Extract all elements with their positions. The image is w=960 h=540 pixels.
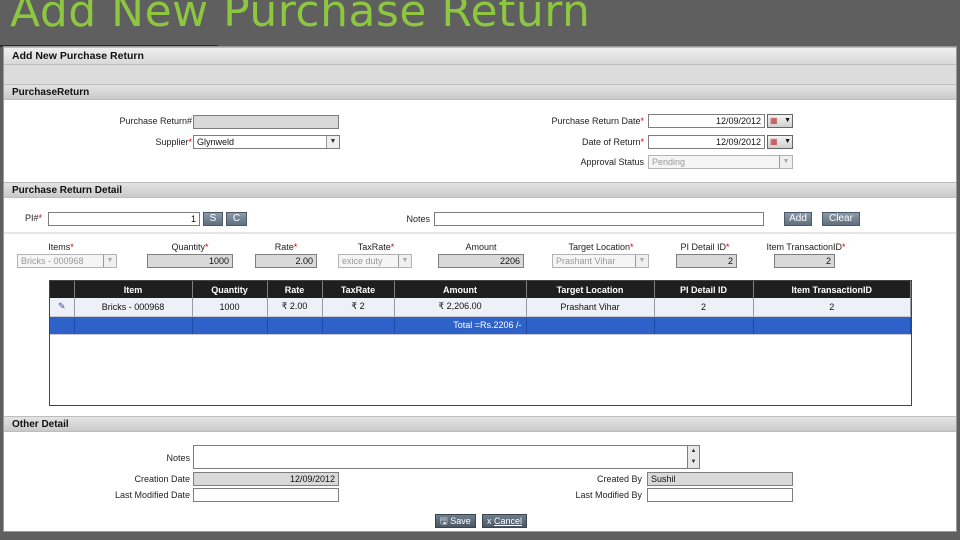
amount-field[interactable]: 2206 [438, 254, 524, 268]
section-other-detail: Other Detail [4, 416, 956, 432]
column-header-item-transaction-id[interactable]: Item TransactionID [753, 281, 911, 298]
target-location-label: Target Location* [568, 242, 634, 252]
column-header-item[interactable]: Item [74, 281, 193, 298]
pi-detail-id-label: PI Detail ID* [680, 242, 730, 252]
last-modified-date-field[interactable] [193, 488, 339, 502]
scroll-up-icon[interactable]: ▲ [691, 448, 697, 454]
cancel-button[interactable]: x Cancel [482, 514, 528, 528]
detail-notes-field[interactable] [434, 212, 764, 226]
item-transaction-id-field[interactable]: 2 [774, 254, 835, 268]
column-header-select [50, 281, 75, 298]
scrollbar[interactable]: ▲ ▼ [687, 445, 700, 469]
row-item: Bricks - 000968 [74, 298, 193, 317]
purchase-return-form: Add New Purchase Return PurchaseReturn P… [3, 46, 957, 532]
clear-button[interactable]: Clear [822, 212, 860, 226]
close-icon: x [487, 516, 492, 526]
item-transaction-id-label: Item TransactionID* [766, 242, 846, 252]
save-icon: 🖫 [440, 516, 448, 526]
edit-icon[interactable]: ✎ [50, 298, 75, 317]
column-header-rate[interactable]: Rate [267, 281, 323, 298]
section-purchase-return-detail: Purchase Return Detail [4, 182, 956, 198]
items-select[interactable]: Bricks - 000968 ▼ [17, 254, 117, 268]
created-by-field[interactable]: Sushil [647, 472, 793, 486]
calendar-icon[interactable]: ▦ ▼ [767, 114, 793, 128]
approval-status-label: Approval Status [580, 157, 644, 167]
creation-date-field[interactable]: 12/09/2012 [193, 472, 339, 486]
taxrate-label: TaxRate* [357, 242, 395, 252]
scroll-down-icon[interactable]: ▼ [691, 459, 697, 465]
chevron-down-icon: ▼ [635, 255, 648, 267]
page-title: Add New Purchase Return [4, 47, 956, 65]
divider [4, 232, 956, 234]
date-of-return-label: Date of Return* [581, 137, 644, 147]
purchase-return-date-field[interactable]: 12/09/2012 [648, 114, 765, 128]
items-label: Items* [48, 242, 74, 252]
chevron-down-icon: ▼ [326, 136, 339, 148]
row-amount: ₹ 2,206.00 [394, 298, 527, 317]
column-header-target-location[interactable]: Target Location [526, 281, 655, 298]
add-button[interactable]: Add [784, 212, 812, 226]
column-header-amount[interactable]: Amount [394, 281, 527, 298]
slide-title: Add New Purchase Return [10, 0, 591, 37]
clear-pi-button[interactable]: C [226, 212, 247, 226]
column-header-quantity[interactable]: Quantity [192, 281, 268, 298]
toolbar-strip [4, 65, 956, 85]
row-pi-detail-id: 2 [654, 298, 754, 317]
row-rate: ₹ 2.00 [267, 298, 323, 317]
total-spacer [74, 316, 193, 335]
detail-notes-label: Notes [406, 214, 430, 224]
total-amount: Total =Rs.2206 /- [394, 316, 527, 335]
quantity-label: Quantity* [171, 242, 209, 252]
chevron-down-icon: ▼ [779, 156, 792, 168]
column-header-pi-detail-id[interactable]: PI Detail ID [654, 281, 754, 298]
quantity-field[interactable]: 1000 [147, 254, 233, 268]
amount-label: Amount [465, 242, 497, 252]
last-modified-by-label: Last Modified By [575, 490, 642, 500]
total-spacer [526, 316, 655, 335]
calendar-icon[interactable]: ▦ ▼ [767, 135, 793, 149]
chevron-down-icon: ▼ [103, 255, 116, 267]
grid-header-row: Item Quantity Rate TaxRate Amount Target… [50, 281, 911, 298]
section-purchase-return: PurchaseReturn [4, 84, 956, 100]
taxrate-select[interactable]: exice duty ▼ [338, 254, 412, 268]
row-quantity: 1000 [192, 298, 268, 317]
date-of-return-field[interactable]: 12/09/2012 [648, 135, 765, 149]
total-spacer [50, 316, 75, 335]
total-spacer [267, 316, 323, 335]
pi-label: PI#* [24, 213, 42, 223]
total-spacer [322, 316, 395, 335]
save-button[interactable]: 🖫 Save [435, 514, 476, 528]
other-notes-label: Notes [166, 453, 190, 463]
other-notes-textarea[interactable] [193, 445, 689, 469]
table-row[interactable]: ✎ Bricks - 000968 1000 ₹ 2.00 ₹ 2 ₹ 2,20… [50, 298, 911, 317]
supplier-select[interactable]: Glynweld ▼ [193, 135, 340, 149]
search-pi-button[interactable]: S [203, 212, 223, 226]
row-taxrate: ₹ 2 [322, 298, 395, 317]
pi-field[interactable]: 1 [48, 212, 200, 226]
creation-date-label: Creation Date [134, 474, 190, 484]
target-location-select[interactable]: Prashant Vihar ▼ [552, 254, 649, 268]
purchase-return-no-label: Purchase Return# [119, 116, 192, 126]
purchase-return-date-label: Purchase Return Date* [551, 116, 644, 126]
total-row: Total =Rs.2206 /- [50, 316, 911, 335]
row-item-transaction-id: 2 [753, 298, 911, 317]
column-header-taxrate[interactable]: TaxRate [322, 281, 395, 298]
rate-label: Rate* [274, 242, 298, 252]
purchase-return-no-field[interactable] [193, 115, 339, 129]
pi-detail-id-field[interactable]: 2 [676, 254, 737, 268]
created-by-label: Created By [596, 474, 642, 484]
supplier-label: Supplier* [155, 137, 192, 147]
row-target-location: Prashant Vihar [526, 298, 655, 317]
rate-field[interactable]: 2.00 [255, 254, 317, 268]
chevron-down-icon: ▼ [398, 255, 411, 267]
detail-grid: Item Quantity Rate TaxRate Amount Target… [49, 280, 912, 406]
total-spacer [753, 316, 911, 335]
approval-status-select[interactable]: Pending ▼ [648, 155, 793, 169]
total-spacer [192, 316, 268, 335]
last-modified-date-label: Last Modified Date [114, 490, 190, 500]
last-modified-by-field[interactable] [647, 488, 793, 502]
total-spacer [654, 316, 754, 335]
